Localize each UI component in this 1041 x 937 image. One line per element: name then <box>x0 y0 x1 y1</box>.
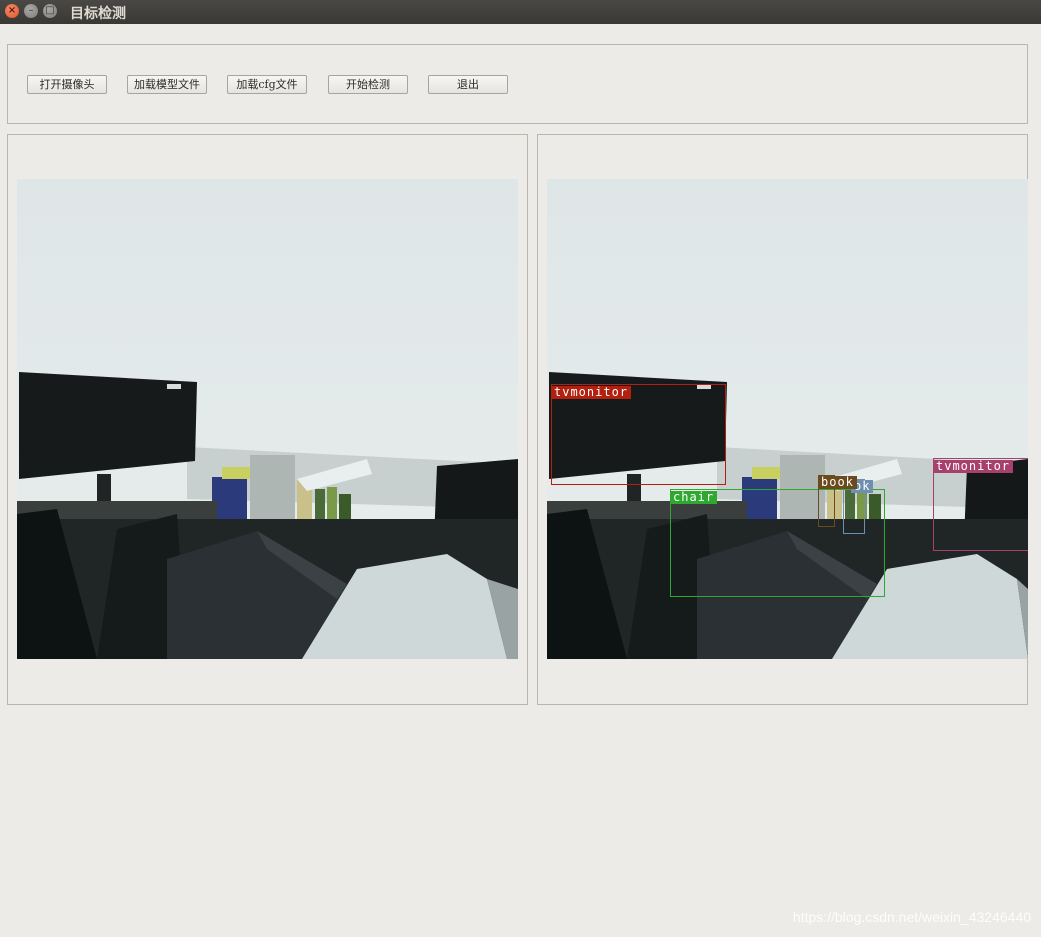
detection-box-tvmonitor <box>551 384 726 485</box>
window-title: 目标检测 <box>70 6 126 22</box>
detection-image: tvmonitor chair ok book tvmonitor <box>547 179 1028 659</box>
title-bar: × – □ 目标检测 <box>0 0 1041 24</box>
watermark: https://blog.csdn.net/weixin_43246440 <box>792 909 1031 925</box>
start-detection-button[interactable]: 开始检测 <box>328 75 408 94</box>
minimize-icon[interactable]: – <box>24 4 38 18</box>
camera-image <box>17 179 518 659</box>
detection-label: book <box>818 476 857 489</box>
detection-label: tvmonitor <box>551 386 632 399</box>
maximize-icon[interactable]: □ <box>43 4 57 18</box>
load-model-button[interactable]: 加载模型文件 <box>127 75 207 94</box>
open-camera-button[interactable]: 打开摄像头 <box>27 75 107 94</box>
load-cfg-button[interactable]: 加载cfg文件 <box>227 75 307 94</box>
exit-button[interactable]: 退出 <box>428 75 508 94</box>
close-icon[interactable]: × <box>5 4 19 18</box>
detection-label: chair <box>670 491 718 504</box>
detection-label: tvmonitor <box>933 460 1014 473</box>
